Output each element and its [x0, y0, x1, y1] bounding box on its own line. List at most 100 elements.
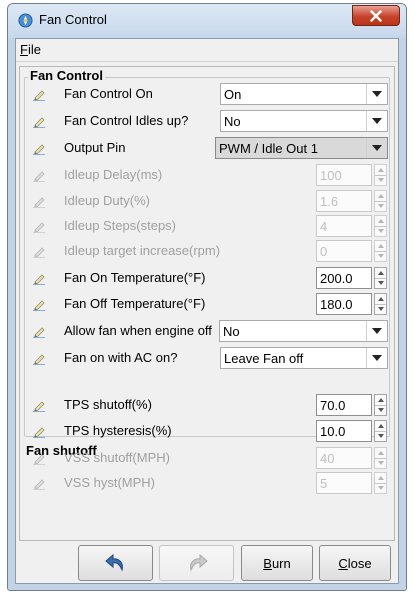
redo-arrow-icon	[189, 553, 208, 572]
menu-file[interactable]: File	[20, 42, 41, 57]
chevron-down-icon[interactable]	[366, 348, 387, 368]
fan-off-temperature-f-input[interactable]: 180.0	[316, 293, 372, 315]
up-glyph	[377, 451, 384, 455]
dropdown-value: PWM / Idle Out 1	[219, 141, 318, 156]
spinner-value: 0	[320, 244, 328, 259]
decrement-arrow-icon[interactable]	[375, 304, 386, 314]
window-close-button[interactable]	[352, 5, 400, 26]
idleup-steps-steps-spinner: 4	[316, 215, 388, 237]
setting-label: Fan Control Idles up?	[64, 113, 189, 128]
spinner-value: 4	[320, 219, 328, 234]
close-icon	[370, 9, 382, 22]
decrement-arrow-icon[interactable]	[375, 201, 386, 211]
edit-pencil-icon	[33, 222, 45, 233]
redo-button[interactable]	[159, 545, 234, 581]
burn-button[interactable]: Burn	[241, 545, 313, 581]
setting-row-fan-control-on: Fan Control On On	[20, 82, 396, 106]
idleup-steps-steps-input[interactable]: 4	[316, 215, 372, 237]
vss-hyst-mph-spinner: 5	[316, 472, 388, 494]
up-glyph	[377, 398, 384, 402]
edit-pencil-icon	[33, 354, 45, 365]
dropdown-arrow-glyph	[372, 145, 382, 151]
spinner-value: 200.0	[320, 271, 353, 286]
setting-row-fan-on-with-ac-on: Fan on with AC on? Leave Fan off	[20, 346, 396, 370]
edit-pencil-icon	[33, 479, 45, 490]
close-button-rest: lose	[347, 555, 372, 571]
window-client-area: File Fan Control Fan shutoff Fan Control…	[15, 38, 399, 584]
idleup-duty-spinner: 1.6	[316, 190, 388, 212]
tps-shutoff-input[interactable]: 70.0	[316, 394, 372, 416]
dropdown-value: No	[223, 324, 240, 339]
fan-control-window: Fan Control File Fan Control Fan shutoff…	[7, 3, 407, 591]
dropdown-value: Leave Fan off	[224, 351, 304, 366]
spinner-value: 70.0	[320, 398, 346, 413]
tps-shutoff-spinner: 70.0	[316, 394, 388, 416]
chevron-down-icon[interactable]	[366, 111, 387, 131]
decrement-arrow-icon[interactable]	[375, 251, 386, 261]
menu-bar: File	[16, 39, 398, 62]
output-pin-dropdown[interactable]: PWM / Idle Out 1	[215, 137, 388, 159]
spinner-buttons	[374, 164, 387, 186]
edit-pencil-icon	[33, 90, 45, 101]
idleup-duty-input[interactable]: 1.6	[316, 190, 372, 212]
down-glyph	[377, 178, 384, 182]
setting-label: Output Pin	[64, 140, 126, 155]
setting-row-vss-shutoff-mph: VSS shutoff(MPH) 40	[20, 446, 396, 470]
setting-row-fan-off-temperature-f: Fan Off Temperature(°F) 180.0	[20, 292, 396, 316]
decrement-arrow-icon[interactable]	[375, 405, 386, 415]
spinner-buttons	[374, 215, 387, 237]
burn-button-rest: urn	[271, 555, 291, 571]
close-button[interactable]: Close	[319, 545, 391, 581]
edit-pencil-icon	[33, 401, 45, 412]
allow-fan-when-engine-off-dropdown[interactable]: No	[219, 320, 388, 342]
undo-button[interactable]	[78, 545, 153, 581]
button-bar: Burn Close	[19, 545, 395, 581]
chevron-down-icon[interactable]	[366, 138, 387, 158]
dropdown-arrow-glyph	[372, 118, 382, 124]
spinner-value: 5	[320, 476, 328, 491]
undo-arrow-icon	[104, 553, 123, 572]
vss-shutoff-mph-input[interactable]: 40	[316, 447, 372, 469]
dropdown-arrow-glyph	[372, 355, 382, 361]
decrement-arrow-icon[interactable]	[375, 278, 386, 288]
edit-pencil-icon	[33, 427, 45, 438]
spinner-value: 180.0	[320, 297, 353, 312]
dropdown-value: No	[224, 114, 241, 129]
fan-control-idles-up-dropdown[interactable]: No	[220, 110, 388, 132]
spinner-value: 10.0	[320, 424, 346, 439]
spinner-value: 40	[320, 451, 335, 466]
idleup-target-increase-rpm-input[interactable]: 0	[316, 240, 372, 262]
decrement-arrow-icon[interactable]	[375, 458, 386, 468]
spinner-buttons	[374, 240, 387, 262]
up-glyph	[377, 194, 384, 198]
setting-row-tps-hysteresis: TPS hysteresis(%) 10.0	[20, 419, 396, 443]
decrement-arrow-icon[interactable]	[375, 431, 386, 441]
tps-hysteresis-input[interactable]: 10.0	[316, 420, 372, 442]
title-bar[interactable]: Fan Control	[8, 4, 406, 38]
dropdown-arrow-glyph	[372, 91, 382, 97]
fan-off-temperature-f-spinner: 180.0	[316, 293, 388, 315]
down-glyph	[377, 434, 384, 438]
fan-on-with-ac-on-dropdown[interactable]: Leave Fan off	[220, 347, 388, 369]
edit-pencil-icon	[33, 247, 45, 258]
chevron-down-icon[interactable]	[366, 321, 387, 341]
decrement-arrow-icon[interactable]	[375, 175, 386, 185]
idleup-delay-ms-spinner: 100	[316, 164, 388, 186]
fan-on-temperature-f-spinner: 200.0	[316, 267, 388, 289]
fan-control-on-dropdown[interactable]: On	[220, 83, 388, 105]
spinner-buttons	[374, 267, 387, 289]
spinner-value: 1.6	[320, 194, 339, 209]
decrement-arrow-icon[interactable]	[375, 483, 386, 493]
down-glyph	[377, 204, 384, 208]
down-glyph	[377, 307, 384, 311]
up-glyph	[377, 424, 384, 428]
vss-hyst-mph-input[interactable]: 5	[316, 472, 372, 494]
setting-row-fan-on-temperature-f: Fan On Temperature(°F) 200.0	[20, 266, 396, 290]
spinner-buttons	[374, 293, 387, 315]
decrement-arrow-icon[interactable]	[375, 226, 386, 236]
edit-pencil-icon	[33, 197, 45, 208]
edit-pencil-icon	[33, 454, 45, 465]
idleup-delay-ms-input[interactable]: 100	[316, 164, 372, 186]
fan-on-temperature-f-input[interactable]: 200.0	[316, 267, 372, 289]
chevron-down-icon[interactable]	[366, 84, 387, 104]
